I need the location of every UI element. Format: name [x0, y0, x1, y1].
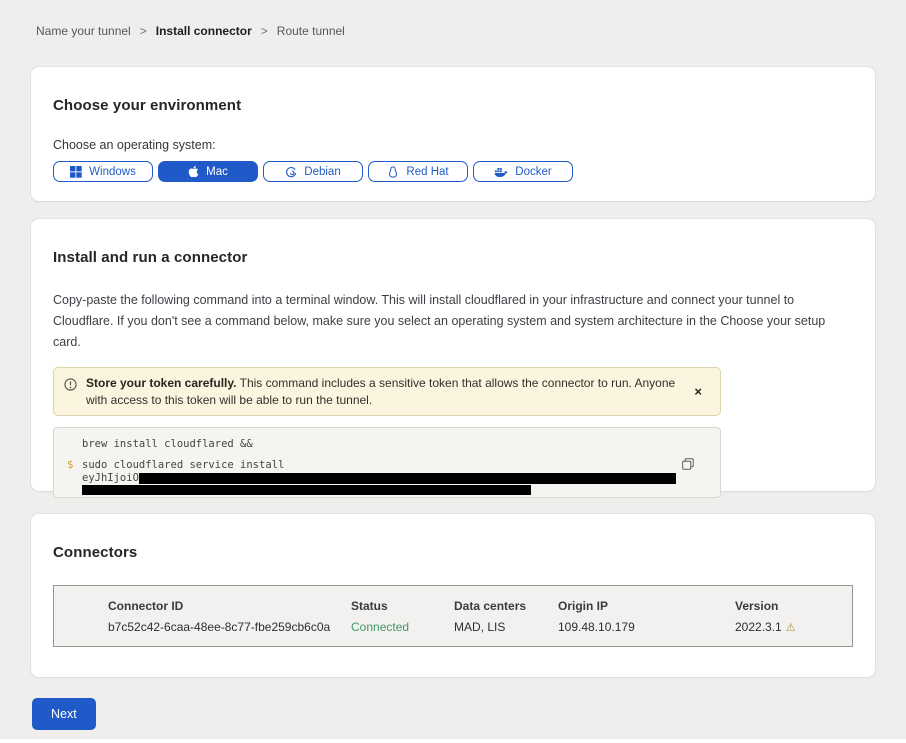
- version-value: 2022.3.1⚠: [735, 620, 852, 634]
- install-card-title: Install and run a connector: [53, 249, 853, 266]
- status-badge: Connected: [351, 620, 454, 634]
- copy-icon[interactable]: [680, 456, 696, 475]
- docker-whale-icon: [494, 166, 508, 178]
- breadcrumb-separator: >: [261, 24, 268, 38]
- next-button[interactable]: Next: [32, 698, 96, 730]
- os-button-windows[interactable]: Windows: [53, 161, 153, 182]
- token-warning-text: Store your token carefully. This command…: [86, 375, 677, 408]
- data-centers-value: MAD, LIS: [454, 620, 558, 634]
- environment-card-title: Choose your environment: [53, 97, 853, 114]
- install-card-description: Copy-paste the following command into a …: [53, 290, 848, 353]
- connector-id-value: b7c52c42-6caa-48ee-8c77-fbe259cb6c0a: [108, 620, 351, 634]
- column-status: Status: [351, 599, 454, 613]
- debian-swirl-icon: [285, 166, 297, 178]
- token-prefix: eyJhIjoiO: [82, 472, 139, 485]
- origin-ip-value: 109.48.10.179: [558, 620, 735, 634]
- column-version: Version: [735, 599, 852, 613]
- close-icon[interactable]: ×: [686, 379, 710, 404]
- os-button-debian[interactable]: Debian: [263, 161, 363, 182]
- os-button-redhat[interactable]: Red Hat: [368, 161, 468, 182]
- column-data-centers: Data centers: [454, 599, 558, 613]
- alert-circle-icon: [64, 378, 77, 396]
- gutter-blank: [67, 438, 82, 451]
- apple-icon: [188, 165, 199, 178]
- os-button-group: Windows Mac Debian Red Hat Docker: [53, 161, 853, 182]
- tux-penguin-icon: [387, 166, 399, 178]
- column-origin-ip: Origin IP: [558, 599, 735, 613]
- os-button-docker[interactable]: Docker: [473, 161, 573, 182]
- column-connector-id: Connector ID: [108, 599, 351, 613]
- table-row: b7c52c42-6caa-48ee-8c77-fbe259cb6c0a Con…: [108, 620, 852, 634]
- install-connector-card: Install and run a connector Copy-paste t…: [31, 219, 875, 491]
- environment-card: Choose your environment Choose an operat…: [31, 67, 875, 201]
- connectors-card: Connectors Connector ID Status Data cent…: [31, 514, 875, 677]
- os-button-label: Docker: [515, 166, 551, 178]
- connectors-table-header: Connector ID Status Data centers Origin …: [108, 599, 852, 613]
- windows-icon: [70, 166, 82, 178]
- token-warning-banner: Store your token carefully. This command…: [53, 367, 721, 416]
- os-button-label: Windows: [89, 166, 136, 178]
- warning-triangle-icon: ⚠: [786, 622, 796, 634]
- os-button-label: Debian: [304, 166, 340, 178]
- os-button-mac[interactable]: Mac: [158, 161, 258, 182]
- os-select-label: Choose an operating system:: [53, 138, 853, 152]
- token-warning-bold: Store your token carefully.: [86, 376, 237, 390]
- breadcrumb-route-tunnel[interactable]: Route tunnel: [277, 24, 345, 38]
- redacted-token-bar: [82, 485, 531, 495]
- install-command-codeblock: brew install cloudflared && $ sudo cloud…: [53, 427, 721, 498]
- shell-prompt: $: [67, 459, 82, 472]
- os-button-label: Mac: [206, 166, 228, 178]
- breadcrumb-separator: >: [140, 24, 147, 38]
- os-button-label: Red Hat: [406, 166, 448, 178]
- connectors-table: Connector ID Status Data centers Origin …: [53, 585, 853, 647]
- breadcrumb-name-your-tunnel[interactable]: Name your tunnel: [36, 24, 131, 38]
- redacted-token-bar: [139, 473, 676, 484]
- breadcrumb: Name your tunnel > Install connector > Route…: [0, 0, 906, 38]
- connectors-card-title: Connectors: [53, 544, 853, 561]
- code-line-1: brew install cloudflared &&: [82, 438, 253, 451]
- code-line-2: sudo cloudflared service install: [82, 459, 284, 472]
- breadcrumb-install-connector[interactable]: Install connector: [156, 24, 252, 38]
